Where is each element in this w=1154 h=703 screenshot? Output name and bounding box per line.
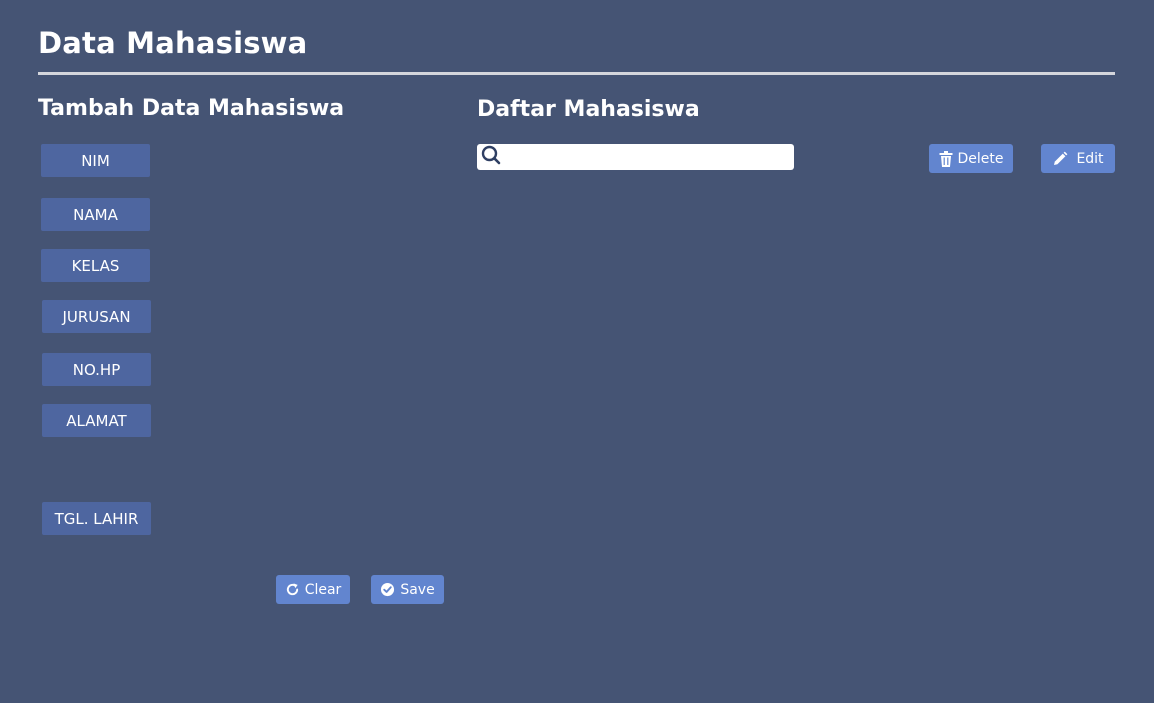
nohp-label: NO.HP xyxy=(42,353,151,386)
edit-button[interactable]: Edit xyxy=(1041,144,1115,173)
list-section-title: Daftar Mahasiswa xyxy=(477,97,700,122)
tgl-lahir-label: TGL. LAHIR xyxy=(42,502,151,535)
pencil-icon xyxy=(1052,151,1068,167)
page-title: Data Mahasiswa xyxy=(38,26,308,60)
title-divider xyxy=(38,72,1115,75)
refresh-icon xyxy=(285,582,300,597)
search-input[interactable] xyxy=(505,145,794,169)
clear-button[interactable]: Clear xyxy=(276,575,350,604)
save-button-label: Save xyxy=(400,581,435,598)
alamat-label: ALAMAT xyxy=(42,404,151,437)
jurusan-label: JURUSAN xyxy=(42,300,151,333)
delete-button[interactable]: Delete xyxy=(929,144,1013,173)
nim-label: NIM xyxy=(41,144,150,177)
edit-button-label: Edit xyxy=(1076,150,1104,167)
delete-button-label: Delete xyxy=(957,150,1004,167)
search-icon xyxy=(481,145,501,169)
search-box[interactable] xyxy=(477,144,794,170)
trash-icon xyxy=(939,150,953,167)
form-section-title: Tambah Data Mahasiswa xyxy=(38,96,345,121)
clear-button-label: Clear xyxy=(304,581,342,598)
nama-label: NAMA xyxy=(41,198,150,231)
kelas-label: KELAS xyxy=(41,249,150,282)
save-button[interactable]: Save xyxy=(371,575,444,604)
check-circle-icon xyxy=(380,582,395,597)
